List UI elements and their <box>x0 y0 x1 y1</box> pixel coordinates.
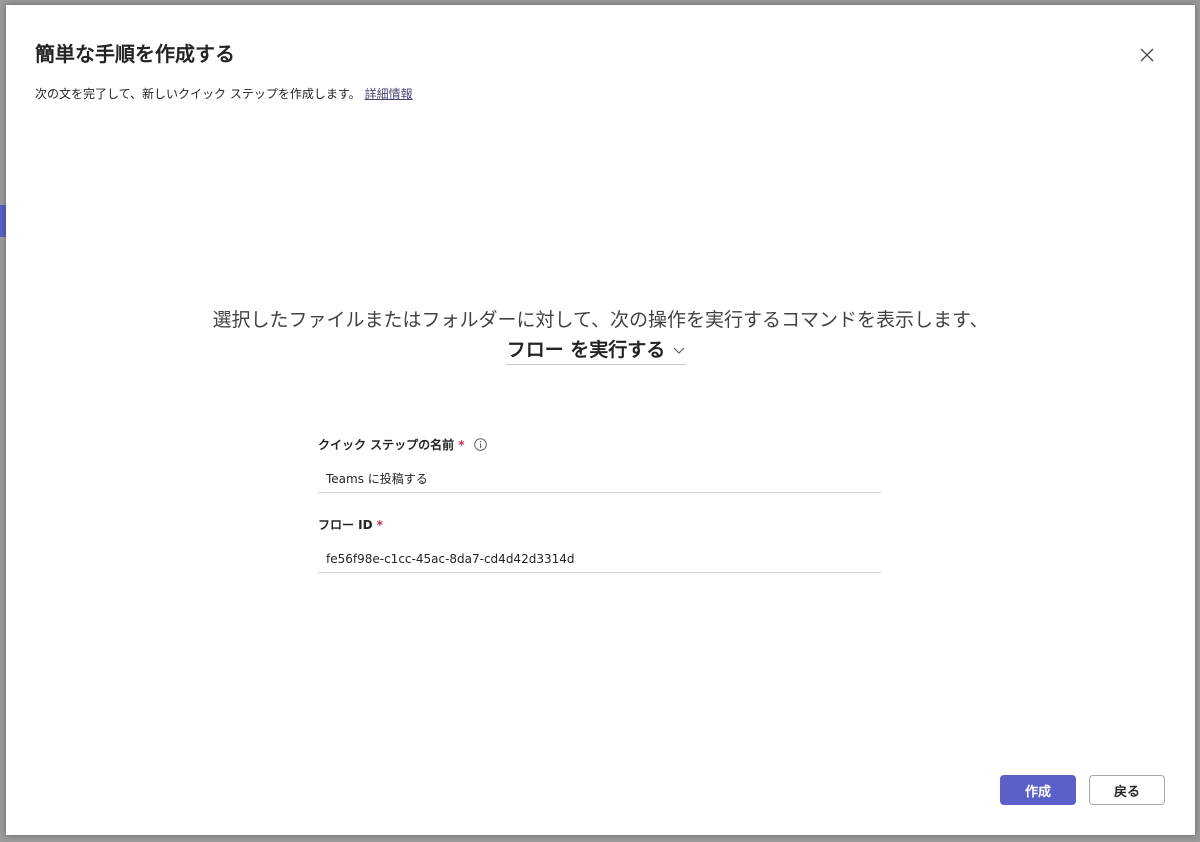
required-marker: * <box>458 437 465 452</box>
quick-step-name-field: クイック ステップの名前 * <box>318 436 881 493</box>
required-marker: * <box>376 517 383 532</box>
dialog-title: 簡単な手順を作成する <box>35 42 235 66</box>
create-button[interactable]: 作成 <box>1000 775 1076 805</box>
quick-step-name-input[interactable] <box>318 465 881 493</box>
action-dropdown-value: フロー を実行する <box>506 339 666 361</box>
create-quick-step-dialog: 簡単な手順を作成する 次の文を完了して、新しいクイック ステップを作成します。詳… <box>6 5 1195 835</box>
dialog-subtitle: 次の文を完了して、新しいクイック ステップを作成します。 詳細情報 <box>35 85 413 102</box>
back-button[interactable]: 戻る <box>1089 775 1165 805</box>
flow-id-label-text: フロー ID <box>318 518 373 532</box>
info-icon[interactable] <box>474 438 488 451</box>
flow-id-input[interactable] <box>318 545 881 573</box>
close-icon <box>1140 48 1154 62</box>
quick-step-name-label: クイック ステップの名前 * <box>318 436 881 453</box>
quick-step-name-label-text: クイック ステップの名前 <box>318 438 455 452</box>
action-dropdown[interactable]: フロー を実行する <box>506 333 686 365</box>
learn-more-link[interactable]: 詳細情報 <box>365 87 413 101</box>
subtitle-text: 次の文を完了して、新しいクイック ステップを作成します。 <box>35 87 361 101</box>
flow-id-label: フロー ID * <box>318 516 881 533</box>
chevron-down-icon <box>673 347 685 354</box>
command-sentence: 選択したファイルまたはフォルダーに対して、次の操作を実行するコマンドを表示します… <box>212 309 989 331</box>
flow-id-field: フロー ID * <box>318 516 881 573</box>
close-button[interactable] <box>1133 41 1161 69</box>
